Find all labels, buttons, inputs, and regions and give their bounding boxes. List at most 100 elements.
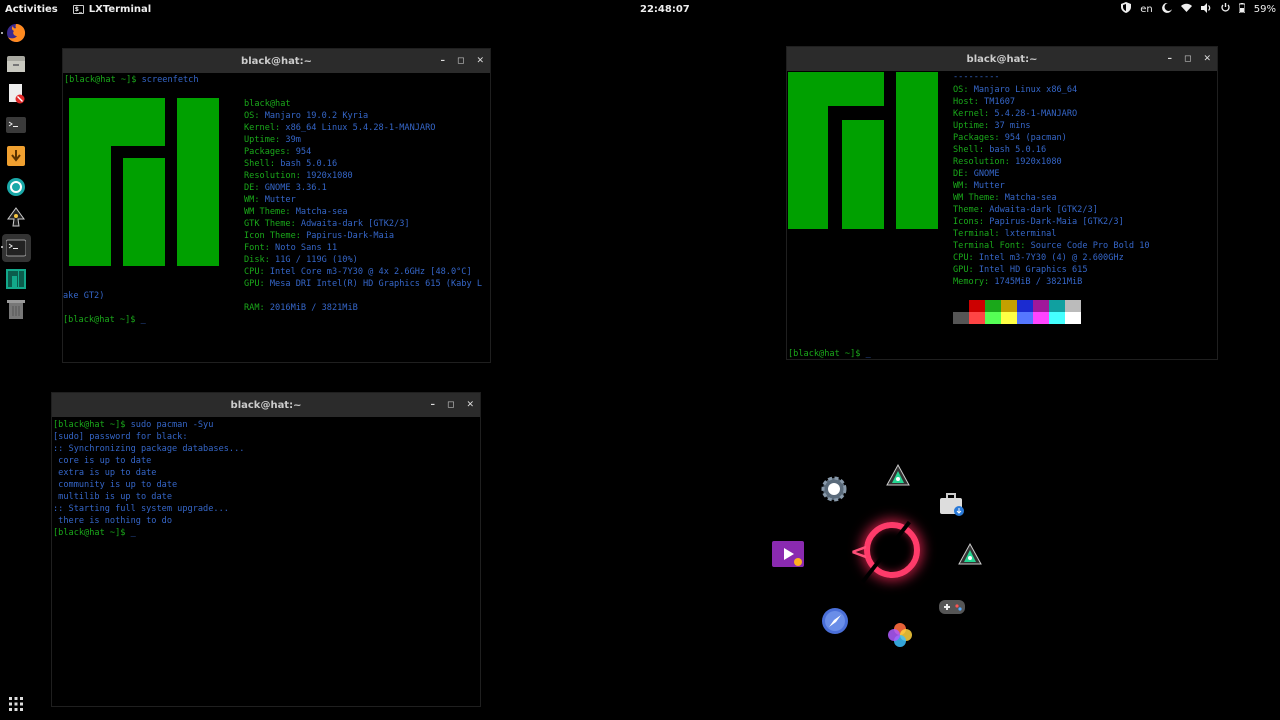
info-line: Kernel: x86_64 Linux 5.4.28-1-MANJARO bbox=[244, 122, 482, 134]
info-value: black@hat bbox=[244, 99, 291, 109]
file-manager-icon[interactable] bbox=[6, 54, 26, 74]
manjaro-settings-icon[interactable] bbox=[6, 269, 26, 289]
info-value: lxterminal bbox=[999, 229, 1057, 239]
show-applications-icon[interactable] bbox=[6, 694, 26, 714]
volume-icon bbox=[1200, 2, 1212, 16]
terminal-output[interactable]: --------- OS: Manjaro Linux x86_64 Host: … bbox=[787, 71, 1217, 361]
close-button[interactable]: ✕ bbox=[476, 56, 484, 66]
clock[interactable]: 22:48:07 bbox=[640, 4, 690, 15]
info-key: Font: bbox=[244, 243, 270, 253]
download-icon[interactable] bbox=[6, 146, 26, 166]
color-swatch bbox=[1001, 312, 1017, 324]
terminal-icon[interactable] bbox=[6, 115, 26, 135]
info-value: Intel HD Graphics 615 bbox=[973, 265, 1088, 275]
inkscape-alt-icon[interactable] bbox=[955, 541, 985, 571]
window-titlebar[interactable]: black@hat:~ – ◻ ✕ bbox=[52, 393, 480, 417]
activities-button[interactable]: Activities bbox=[0, 4, 63, 15]
terminal-window-neofetch[interactable]: black@hat:~ – ◻ ✕ --------- OS: Manjaro … bbox=[786, 46, 1218, 360]
info-key: Shell: bbox=[244, 159, 276, 169]
info-value: 37 mins bbox=[989, 121, 1031, 131]
info-value: Mutter bbox=[968, 181, 1005, 191]
info-value: bash 5.0.16 bbox=[275, 159, 338, 169]
info-line: Host: TM1607 bbox=[953, 96, 1150, 108]
output-text: [sudo] password for black: bbox=[53, 432, 188, 442]
info-line: Terminal: lxterminal bbox=[953, 228, 1150, 240]
firefox-icon[interactable] bbox=[6, 23, 26, 43]
system-tray[interactable]: en 59% bbox=[1121, 2, 1276, 16]
inkscape-icon[interactable] bbox=[883, 462, 913, 492]
info-line: Icons: Papirus-Dark-Maia [GTK2/3] bbox=[953, 216, 1150, 228]
color-palette bbox=[953, 300, 1081, 324]
output-text: multilib is up to date bbox=[53, 492, 172, 502]
terminal-window-pacman[interactable]: black@hat:~ – ◻ ✕ [black@hat ~]$ sudo pa… bbox=[51, 392, 481, 707]
prompt: [black@hat ~]$ bbox=[53, 420, 126, 430]
minimize-button[interactable]: – bbox=[1167, 54, 1172, 64]
inkscape-icon[interactable] bbox=[6, 207, 26, 227]
gamepad-icon[interactable] bbox=[937, 592, 967, 622]
info-key: GPU: bbox=[953, 265, 974, 275]
output-text: sudo pacman -Syu bbox=[125, 420, 214, 430]
chevron-left-icon[interactable]: < bbox=[850, 540, 868, 565]
output-text: :: Starting full system upgrade... bbox=[53, 504, 229, 514]
info-value: 1920x1080 bbox=[300, 171, 353, 181]
wrapped-line: ake GT2) bbox=[63, 291, 105, 301]
trash-icon[interactable] bbox=[6, 299, 26, 319]
video-player-icon[interactable] bbox=[772, 539, 806, 569]
info-line: Resolution: 1920x1080 bbox=[244, 170, 482, 182]
power-icon bbox=[1221, 2, 1230, 16]
output-line: [black@hat ~]$ _ bbox=[53, 527, 480, 539]
info-key: Host: bbox=[953, 97, 979, 107]
terminal-window-screenfetch[interactable]: black@hat:~ – ◻ ✕ [black@hat ~]$ screenf… bbox=[62, 48, 491, 363]
photos-icon[interactable] bbox=[885, 620, 915, 650]
shield-icon[interactable] bbox=[1121, 2, 1132, 16]
running-indicator bbox=[1, 32, 3, 34]
info-line: Theme: Adwaita-dark [GTK2/3] bbox=[953, 204, 1150, 216]
output-line: core is up to date bbox=[53, 455, 480, 467]
info-line: GTK Theme: Adwaita-dark [GTK2/3] bbox=[244, 218, 482, 230]
close-button[interactable]: ✕ bbox=[1203, 54, 1211, 64]
info-key: OS: bbox=[953, 85, 969, 95]
maximize-button[interactable]: ◻ bbox=[1184, 54, 1191, 64]
web-browser-icon[interactable] bbox=[820, 606, 850, 636]
document-viewer-icon[interactable] bbox=[6, 84, 26, 104]
info-value: TM1607 bbox=[978, 97, 1016, 107]
store-bag-icon[interactable] bbox=[937, 489, 967, 519]
info-value: 5.4.28-1-MANJARO bbox=[989, 109, 1078, 119]
terminal-icon: $_ bbox=[72, 4, 84, 14]
info-key: CPU: bbox=[244, 267, 265, 277]
close-button[interactable]: ✕ bbox=[466, 400, 474, 410]
ram-value: 2016MiB / 3821MiB bbox=[264, 303, 358, 313]
info-key: Theme: bbox=[953, 205, 985, 215]
info-line: CPU: Intel m3-7Y30 (4) @ 2.600GHz bbox=[953, 252, 1150, 264]
info-line: Icon Theme: Papirus-Dark-Maia bbox=[244, 230, 482, 242]
command-line: [black@hat ~]$ screenfetch bbox=[64, 74, 490, 86]
color-swatch bbox=[985, 312, 1001, 324]
info-value: Mutter bbox=[259, 195, 296, 205]
app-menu[interactable]: $_ LXTerminal bbox=[72, 4, 151, 15]
maximize-button[interactable]: ◻ bbox=[457, 56, 464, 66]
info-value: Adwaita-dark [GTK2/3] bbox=[295, 219, 410, 229]
info-key: Packages: bbox=[953, 133, 1000, 143]
language-indicator[interactable]: en bbox=[1140, 4, 1153, 15]
minimize-button[interactable]: – bbox=[430, 400, 435, 410]
system-info-list: OS: Manjaro Linux x86_64 Host: TM1607 Kern… bbox=[953, 84, 1150, 288]
info-value: Manjaro Linux x86_64 bbox=[968, 85, 1078, 95]
info-key: Icon Theme: bbox=[244, 231, 301, 241]
window-titlebar[interactable]: black@hat:~ – ◻ ✕ bbox=[63, 49, 490, 73]
dock bbox=[0, 18, 32, 720]
info-value: Matcha-sea bbox=[290, 207, 348, 217]
color-swatch bbox=[1065, 312, 1081, 324]
lxterminal-icon[interactable] bbox=[6, 238, 26, 258]
info-line: DE: GNOME bbox=[953, 168, 1150, 180]
prompt: [black@hat ~]$ bbox=[64, 75, 137, 85]
maximize-button[interactable]: ◻ bbox=[447, 400, 454, 410]
terminal-output[interactable]: [black@hat ~]$ sudo pacman -Syu [sudo] pa… bbox=[52, 417, 480, 707]
info-line: Kernel: 5.4.28-1-MANJARO bbox=[953, 108, 1150, 120]
settings-gear-icon[interactable] bbox=[819, 474, 849, 504]
info-key: Shell: bbox=[953, 145, 985, 155]
minimize-button[interactable]: – bbox=[440, 56, 445, 66]
output-text: there is nothing to do bbox=[53, 516, 172, 526]
window-titlebar[interactable]: black@hat:~ – ◻ ✕ bbox=[787, 47, 1217, 71]
software-update-icon[interactable] bbox=[6, 177, 26, 197]
terminal-output[interactable]: [black@hat ~]$ screenfetch black@hat OS: … bbox=[63, 73, 490, 363]
